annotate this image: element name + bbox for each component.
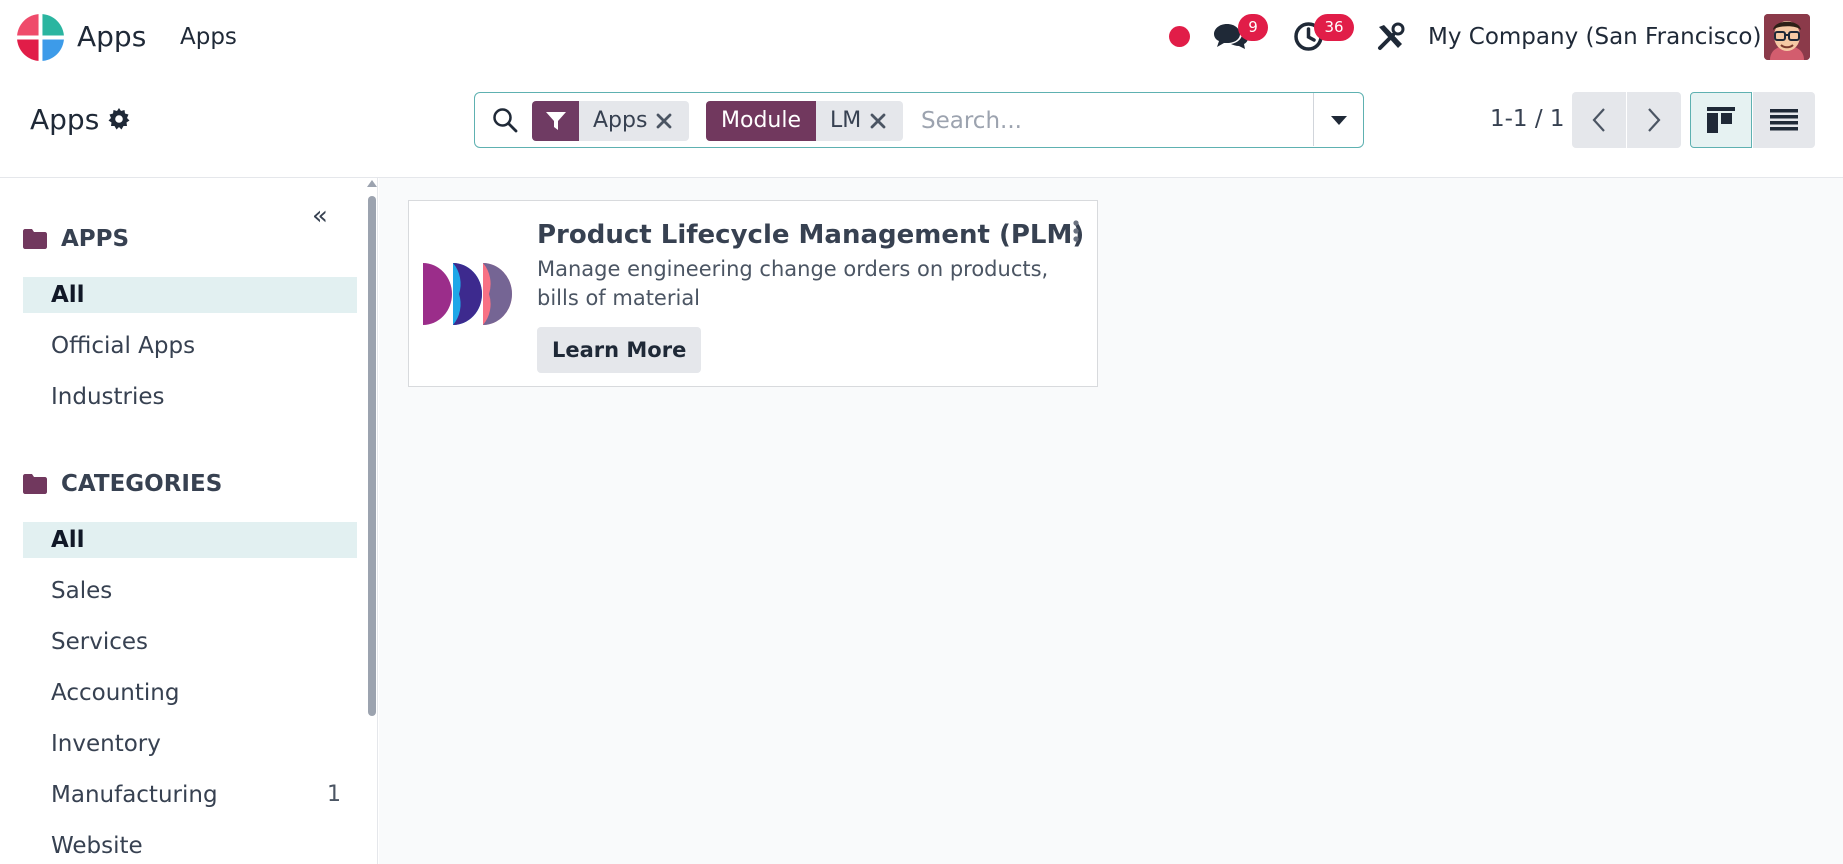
chevron-right-icon (1648, 108, 1661, 132)
search-divider (1313, 93, 1314, 146)
sidebar-item-website[interactable]: Website (23, 828, 357, 864)
manufacturing-count: 1 (327, 782, 341, 807)
app-menu-logo-icon[interactable] (17, 14, 64, 61)
plm-app-icon (423, 263, 512, 325)
sidebar-item-label: Manufacturing (51, 782, 218, 808)
brand-title[interactable]: Apps (77, 20, 146, 53)
sidebar-scrollbar[interactable] (368, 196, 376, 716)
folder-icon (23, 474, 47, 494)
module-facet-label: Module (706, 101, 816, 141)
sidebar-item-label: All (51, 282, 85, 308)
filter-facet-value: Apps (593, 108, 648, 133)
module-facet-value: LM (830, 108, 862, 133)
kanban-view-icon (1707, 107, 1735, 133)
app-card[interactable]: Product Lifecycle Management (PLM) Manag… (408, 200, 1098, 387)
user-avatar[interactable] (1764, 14, 1810, 60)
sidebar-item-label: Official Apps (51, 333, 196, 359)
app-card-title: Product Lifecycle Management (PLM) (537, 220, 1085, 250)
categories-section-header: CATEGORIES (23, 471, 222, 497)
sidebar-item-inventory[interactable]: Inventory (23, 726, 357, 762)
activities-count-badge: 36 (1314, 14, 1354, 41)
kanban-view-button[interactable] (1690, 92, 1752, 148)
page-title: Apps (30, 103, 100, 136)
company-switcher[interactable]: My Company (San Francisco) (1428, 24, 1761, 50)
sidebar-item-accounting[interactable]: Accounting (23, 675, 357, 711)
filter-facet: Apps (532, 101, 690, 141)
module-facet: Module LM (706, 101, 904, 141)
card-menu-kebab-icon[interactable] (1071, 219, 1081, 243)
apps-section-title: APPS (61, 226, 130, 252)
search-icon[interactable] (491, 106, 519, 134)
sidebar-item-industries[interactable]: Industries (23, 379, 357, 415)
pager-previous-button[interactable] (1572, 92, 1626, 148)
sidebar-item-manufacturing[interactable]: Manufacturing 1 (23, 777, 357, 813)
sidebar-item-label: Services (51, 629, 148, 655)
search-bar: Apps Module LM (474, 92, 1364, 148)
folder-icon (23, 229, 47, 249)
remove-filter-close-icon[interactable] (647, 101, 681, 141)
chevron-left-icon (1592, 108, 1605, 132)
sidebar-item-official-apps[interactable]: Official Apps (23, 328, 357, 364)
sidebar-item-categories-all[interactable]: All (23, 522, 357, 558)
sidebar-item-services[interactable]: Services (23, 624, 357, 660)
sidebar-item-label: Website (51, 833, 143, 859)
sidebar-item-label: Industries (51, 384, 165, 410)
scroll-up-arrow[interactable] (367, 180, 377, 187)
apps-section-header: APPS (23, 226, 129, 252)
sidebar-item-label: All (51, 527, 85, 553)
sidebar-item-label: Inventory (51, 731, 161, 757)
kanban-area: Product Lifecycle Management (PLM) Manag… (379, 178, 1843, 864)
messages-count-badge: 9 (1238, 14, 1268, 41)
pager-next-button[interactable] (1627, 92, 1681, 148)
top-navbar: Apps Apps 9 36 My Company (San Francisco… (0, 0, 1843, 75)
recording-dot-icon[interactable] (1169, 26, 1190, 47)
sidebar-item-label: Sales (51, 578, 113, 604)
sidebar-item-label: Accounting (51, 680, 180, 706)
debug-tools-icon[interactable] (1376, 22, 1406, 52)
remove-module-close-icon[interactable] (861, 101, 895, 141)
app-card-description: Manage engineering change orders on prod… (537, 257, 1049, 310)
search-options-caret-down-icon[interactable] (1330, 114, 1348, 126)
learn-more-button[interactable]: Learn More (537, 327, 702, 373)
filter-funnel-icon (532, 101, 579, 141)
list-view-icon (1770, 109, 1798, 131)
sidebar-item-sales[interactable]: Sales (23, 573, 357, 609)
search-input[interactable] (921, 103, 1306, 139)
collapse-sidebar-icon[interactable]: « (312, 203, 328, 229)
pager-value[interactable]: 1-1 / 1 (1490, 106, 1565, 132)
categories-section-title: CATEGORIES (61, 471, 223, 497)
sidebar-item-apps-all[interactable]: All (23, 277, 357, 313)
gear-icon[interactable] (107, 107, 131, 131)
search-panel-sidebar: « APPS All Official Apps Industries CATE… (0, 178, 378, 864)
menu-item-apps[interactable]: Apps (180, 24, 237, 50)
list-view-button[interactable] (1753, 92, 1815, 148)
user-avatar-icon (1764, 14, 1810, 60)
